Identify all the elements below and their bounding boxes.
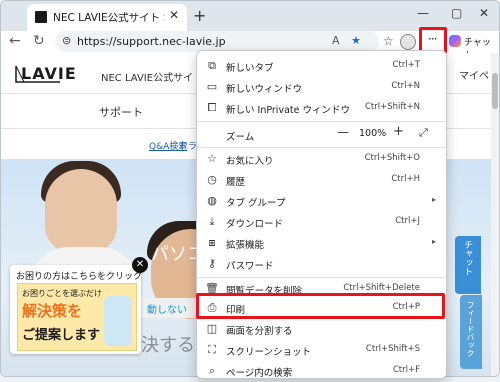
back-icon[interactable]: ← bbox=[9, 33, 21, 49]
menu-item-shortcut: Ctrl+J bbox=[395, 216, 420, 226]
menu-item-shortcut: Ctrl+Shift+O bbox=[364, 153, 420, 163]
mypage-link[interactable]: マイペ bbox=[459, 67, 489, 82]
promo-line1: お困りごとを選ぶだけ bbox=[22, 289, 102, 298]
menu-item-new-tab[interactable]: ⧉ 新しいタブ Ctrl+T bbox=[197, 55, 446, 77]
collections-icon[interactable]: ☆ bbox=[383, 34, 394, 48]
menu-item-label: 拡張機能 bbox=[226, 240, 265, 251]
maximize-button[interactable]: ▢ bbox=[451, 6, 462, 20]
address-bar[interactable]: ⊜ https://support.nec-lavie.jp A ★ bbox=[55, 31, 379, 52]
favorites-icon: ☆ bbox=[207, 152, 217, 165]
menu-item-screenshot[interactable]: ⛶ スクリーンショット Ctrl+Shift+S bbox=[197, 339, 446, 361]
site-info-icon[interactable]: ⊜ bbox=[62, 34, 71, 47]
menu-item-label: お気に入り bbox=[226, 156, 274, 167]
promo-line2: 解決策を bbox=[22, 302, 83, 320]
menu-item-label: 新しいタブ bbox=[226, 63, 274, 74]
menu-item-shortcut: Ctrl+Shift+Delete bbox=[343, 283, 420, 293]
menu-item-shortcut: Ctrl+F bbox=[392, 365, 420, 375]
tab-groups-icon: ◍ bbox=[207, 194, 217, 207]
popup-title: お困りの方はこちらをクリック bbox=[16, 272, 143, 282]
favicon-icon bbox=[35, 11, 47, 23]
menu-item-label: ズーム bbox=[226, 132, 255, 143]
close-window-button[interactable]: ✕ bbox=[479, 6, 489, 20]
menu-separator bbox=[197, 121, 446, 122]
chevron-right-icon: ▸ bbox=[431, 195, 436, 204]
menu-item-history[interactable]: ◷ 履歴 Ctrl+H bbox=[197, 169, 446, 191]
driver-link[interactable]: ドラ bbox=[179, 139, 197, 152]
refresh-icon[interactable]: ↻ bbox=[33, 33, 45, 49]
menu-item-label: パスワード bbox=[226, 261, 274, 272]
menu-item-split-screen[interactable]: ◫ 画面を分割する bbox=[197, 318, 446, 340]
password-icon: ⚷ bbox=[207, 257, 217, 270]
chat-side-label: チャット bbox=[462, 240, 472, 276]
menu-item-shortcut: Ctrl+Shift+S bbox=[365, 344, 420, 354]
zoom-out-button[interactable]: — bbox=[337, 125, 349, 139]
feedback-side-label: フィードバック bbox=[466, 301, 475, 357]
hero-badge: 動しない bbox=[141, 298, 201, 318]
logo-text: LAVIE bbox=[21, 64, 77, 83]
scroll-thumb[interactable] bbox=[492, 73, 498, 109]
menu-item-zoom: ズーム — 100% + ⤢ bbox=[197, 123, 446, 147]
new-tab-button[interactable]: + bbox=[193, 6, 206, 25]
new-window-icon: ▭ bbox=[206, 80, 218, 93]
popup-close-icon[interactable]: ✕ bbox=[132, 257, 148, 273]
url-text[interactable]: https://support.nec-lavie.jp bbox=[77, 35, 226, 48]
menu-item-tab-groups[interactable]: ◍ タブ グループ ▸ bbox=[197, 190, 446, 212]
chevron-right-icon: ▸ bbox=[431, 237, 436, 246]
read-aloud-icon[interactable]: A bbox=[332, 34, 340, 47]
site-title: NEC LAVIE公式サイト bbox=[101, 73, 204, 84]
fullscreen-icon[interactable]: ⤢ bbox=[419, 126, 428, 140]
copilot-button[interactable]: チャット bbox=[447, 34, 497, 61]
download-icon: ⤓ bbox=[209, 215, 215, 228]
menu-item-label: 画面を分割する bbox=[226, 326, 293, 337]
menu-item-inprivate[interactable]: ⧠ 新しい InPrivate ウィンドウ Ctrl+Shift+N bbox=[197, 97, 446, 119]
find-icon: ⌕ bbox=[208, 364, 216, 377]
tab-active[interactable]: NEC LAVIE公式サイト > サービス&サ ✕ bbox=[27, 4, 187, 31]
hero-subtext: 決する bbox=[141, 335, 195, 356]
screenshot-icon: ⛶ bbox=[208, 343, 216, 356]
menu-item-shortcut: Ctrl+T bbox=[392, 60, 420, 70]
hero-badge-text: 動しない bbox=[147, 305, 187, 316]
more-icon: ··· bbox=[428, 32, 438, 46]
zoom-in-button[interactable]: + bbox=[393, 124, 404, 139]
menu-item-label: ダウンロード bbox=[226, 219, 284, 230]
minimize-button[interactable]: — bbox=[417, 6, 429, 20]
tab-title: NEC LAVIE公式サイト > サービス&サ bbox=[53, 12, 165, 24]
menu-item-label: 新しい InPrivate ウィンドウ bbox=[226, 105, 350, 116]
menu-item-downloads[interactable]: ⤓ ダウンロード Ctrl+J bbox=[197, 211, 446, 233]
menu-item-passwords[interactable]: ⚷ パスワード bbox=[197, 253, 446, 275]
menu-item-favorites[interactable]: ☆ お気に入り Ctrl+Shift+O bbox=[197, 148, 446, 170]
split-screen-icon: ◫ bbox=[206, 322, 218, 335]
new-tab-icon: ⧉ bbox=[208, 59, 216, 72]
menu-item-label: 新しいウィンドウ bbox=[226, 84, 303, 95]
print-highlight-box bbox=[196, 293, 445, 319]
inprivate-icon: ⧠ bbox=[207, 101, 217, 114]
menu-item-label: 履歴 bbox=[226, 177, 246, 188]
chat-side-tab[interactable]: チャット bbox=[455, 236, 481, 294]
menu-item-label: タブ グループ bbox=[226, 198, 286, 209]
extensions-icon: ⧆ bbox=[208, 236, 216, 249]
history-icon: ◷ bbox=[207, 173, 217, 186]
promo-illustration bbox=[104, 296, 132, 346]
hero-photo-child-face bbox=[45, 169, 117, 253]
menu-item-extensions[interactable]: ⧆ 拡張機能 ▸ bbox=[197, 232, 446, 254]
settings-menu: ⧉ 新しいタブ Ctrl+T ▭ 新しいウィンドウ Ctrl+N ⧠ 新しい I… bbox=[196, 50, 447, 379]
promo-line3: ご提案します bbox=[22, 328, 101, 343]
menu-item-shortcut: Ctrl+H bbox=[391, 174, 420, 184]
menu-item-new-window[interactable]: ▭ 新しいウィンドウ Ctrl+N bbox=[197, 76, 446, 98]
menu-item-label: スクリーンショット bbox=[226, 347, 312, 358]
menu-item-shortcut: Ctrl+Shift+N bbox=[364, 102, 420, 112]
zoom-level: 100% bbox=[359, 128, 387, 139]
nav-support[interactable]: サポート bbox=[99, 104, 143, 120]
promo-banner[interactable]: お困りごとを選ぶだけ 解決策を ご提案します bbox=[17, 283, 137, 351]
help-popup[interactable]: お困りの方はこちらをクリック お困りごとを選ぶだけ 解決策を ご提案します bbox=[10, 265, 143, 354]
feedback-side-tab[interactable]: フィードバック bbox=[460, 295, 482, 369]
page-scrollbar[interactable] bbox=[491, 53, 499, 376]
copilot-icon bbox=[449, 35, 461, 47]
favorite-star-icon[interactable]: ★ bbox=[351, 34, 361, 47]
menu-item-find[interactable]: ⌕ ページ内の検索 Ctrl+F bbox=[197, 360, 446, 382]
tab-close-icon[interactable]: ✕ bbox=[169, 8, 179, 22]
menu-item-shortcut: Ctrl+N bbox=[391, 81, 420, 91]
profile-avatar[interactable] bbox=[400, 34, 416, 50]
